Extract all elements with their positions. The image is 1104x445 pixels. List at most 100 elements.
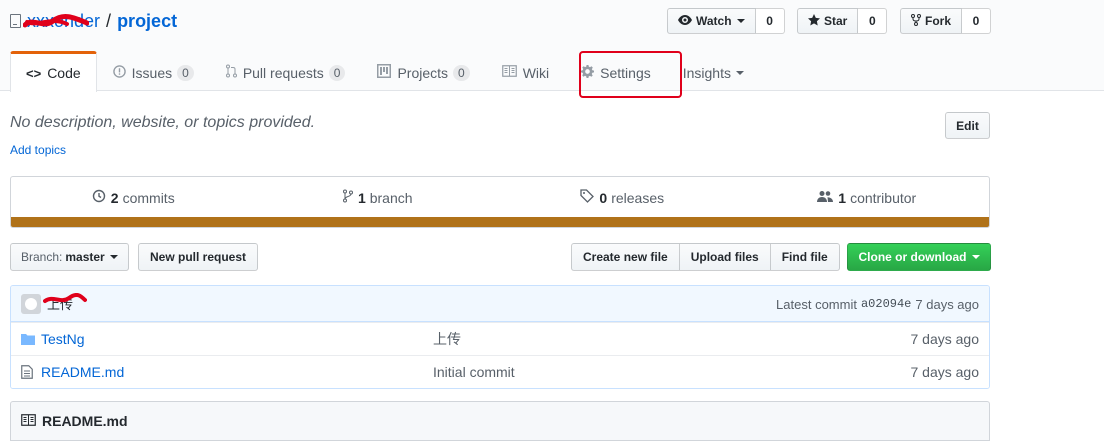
file-commit-message[interactable]: 上传 xyxy=(433,329,461,349)
file-name-link[interactable]: README.md xyxy=(41,364,433,380)
chevron-down-icon xyxy=(736,19,745,23)
fork-label: Fork xyxy=(925,14,952,28)
contributor-label: contributor xyxy=(850,189,917,206)
star-group: Star 0 xyxy=(797,8,888,34)
branch-prefix: Branch: xyxy=(21,250,63,264)
add-topics-link[interactable]: Add topics xyxy=(10,143,66,157)
releases-count: 0 xyxy=(599,189,608,206)
repo-icon xyxy=(10,14,21,28)
repo-header: xxxonder / project Watch 0 Star 0 Fork 0… xyxy=(0,0,1104,92)
find-file-button[interactable]: Find file xyxy=(769,243,840,271)
repo-nav-tabs: <> Code Issues 0 Pull requests 0 Project… xyxy=(10,51,760,92)
releases-summary-link[interactable]: 0 releases xyxy=(500,189,745,206)
clone-or-download-button[interactable]: Clone or download xyxy=(847,243,991,271)
tab-pull-requests-label: Pull requests xyxy=(242,64,324,81)
issue-icon xyxy=(112,64,126,81)
eye-icon xyxy=(678,14,692,28)
tab-settings-label: Settings xyxy=(600,64,651,81)
fork-group: Fork 0 xyxy=(900,8,992,34)
tab-insights[interactable]: Insights xyxy=(667,51,760,91)
pull-request-icon xyxy=(225,64,237,81)
watch-count[interactable]: 0 xyxy=(755,8,785,34)
tab-settings[interactable]: Settings xyxy=(565,51,667,91)
pull-requests-counter: 0 xyxy=(328,64,346,81)
contributors-summary-link[interactable]: 1 contributor xyxy=(745,190,990,206)
file-list: 上传 Latest commit a02094e 7 days ago Test… xyxy=(10,285,990,389)
watch-label: Watch xyxy=(696,14,732,28)
code-icon: <> xyxy=(26,65,42,81)
tag-icon xyxy=(580,189,595,206)
commits-label: commits xyxy=(122,189,175,206)
edit-description-button[interactable]: Edit xyxy=(945,112,990,139)
redaction-scribble xyxy=(23,13,89,27)
branch-count: 1 xyxy=(357,189,366,206)
tab-code-label: Code xyxy=(47,65,81,81)
releases-label: releases xyxy=(611,189,665,206)
issues-counter: 0 xyxy=(177,64,194,81)
latest-commit-label: Latest commit xyxy=(776,296,857,312)
path-separator: / xyxy=(106,10,112,31)
new-pull-request-button[interactable]: New pull request xyxy=(138,243,259,271)
create-new-file-button[interactable]: Create new file xyxy=(571,243,680,271)
commit-age: 7 days ago xyxy=(915,296,979,312)
branch-summary-link[interactable]: 1 branch xyxy=(256,189,501,206)
star-button[interactable]: Star xyxy=(797,8,859,34)
redaction-scribble xyxy=(43,293,87,303)
tab-issues[interactable]: Issues 0 xyxy=(97,51,210,91)
branch-icon xyxy=(342,189,353,206)
star-label: Star xyxy=(824,14,848,28)
book-icon xyxy=(501,65,517,80)
book-icon xyxy=(21,413,36,429)
history-icon xyxy=(92,189,106,206)
folder-icon xyxy=(21,333,41,345)
language-bar[interactable] xyxy=(11,217,989,227)
table-row: TestNg 上传 7 days ago xyxy=(11,322,989,355)
file-name-link[interactable]: TestNg xyxy=(41,331,433,347)
tab-projects[interactable]: Projects 0 xyxy=(361,51,485,91)
contributor-count: 1 xyxy=(838,189,847,206)
fork-button[interactable]: Fork xyxy=(900,8,963,34)
tab-insights-label: Insights xyxy=(682,64,731,81)
numbers-summary: 2 commits 1 branch 0 releases 1 contribu… xyxy=(10,176,990,228)
chevron-down-icon xyxy=(735,70,744,75)
tab-pull-requests[interactable]: Pull requests 0 xyxy=(210,51,362,91)
repo-owner-link[interactable]: xxxonder xyxy=(23,11,100,32)
star-count[interactable]: 0 xyxy=(858,8,888,34)
tab-code[interactable]: <> Code xyxy=(10,51,97,92)
fork-icon xyxy=(911,13,921,29)
file-age: 7 days ago xyxy=(910,364,980,380)
repo-name-link[interactable]: project xyxy=(117,11,177,32)
chevron-down-icon xyxy=(971,255,980,259)
commit-message-link[interactable]: 上传 xyxy=(43,293,87,313)
project-icon xyxy=(377,64,392,81)
tab-wiki[interactable]: Wiki xyxy=(486,51,565,91)
latest-commit-info: Latest commit a02094e 7 days ago xyxy=(776,286,979,322)
upload-files-button[interactable]: Upload files xyxy=(678,243,771,271)
branch-name: master xyxy=(65,250,105,264)
file-icon xyxy=(21,365,41,379)
repo-description: No description, website, or topics provi… xyxy=(10,114,316,131)
avatar[interactable] xyxy=(21,293,41,314)
readme-header: README.md xyxy=(10,401,990,441)
table-row: README.md Initial commit 7 days ago xyxy=(11,355,989,388)
tab-issues-label: Issues xyxy=(131,64,173,81)
people-icon xyxy=(817,190,834,206)
repo-title: xxxonder / project xyxy=(10,9,177,33)
branch-label: branch xyxy=(369,189,413,206)
commits-summary-link[interactable]: 2 commits xyxy=(11,189,256,206)
watch-button[interactable]: Watch xyxy=(667,8,756,34)
fork-count[interactable]: 0 xyxy=(962,8,992,34)
star-icon xyxy=(808,13,820,29)
commit-sha-link[interactable]: a02094e xyxy=(861,297,911,311)
commits-count: 2 xyxy=(110,189,119,206)
chevron-down-icon xyxy=(109,255,118,259)
tab-wiki-label: Wiki xyxy=(522,64,550,81)
projects-counter: 0 xyxy=(453,64,470,81)
branch-select-button[interactable]: Branch: master xyxy=(10,243,129,271)
watch-group: Watch 0 xyxy=(667,8,785,34)
commit-tease: 上传 Latest commit a02094e 7 days ago xyxy=(11,286,989,322)
tab-projects-label: Projects xyxy=(397,64,449,81)
file-actions-group: Create new file Upload files Find file xyxy=(571,243,840,271)
clone-label: Clone or download xyxy=(858,250,967,264)
file-commit-message[interactable]: Initial commit xyxy=(433,364,515,380)
